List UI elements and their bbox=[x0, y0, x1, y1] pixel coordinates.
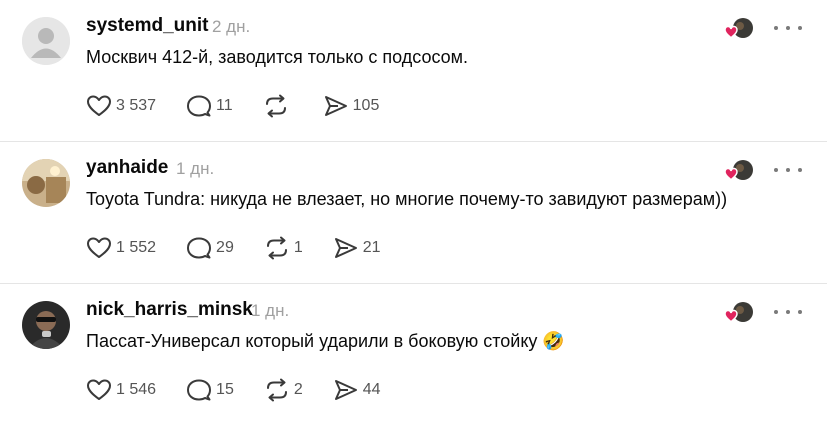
comment-text: Пассат-Универсал который ударили в боков… bbox=[86, 331, 565, 351]
repost-icon bbox=[266, 378, 287, 402]
repost-button[interactable] bbox=[263, 94, 293, 118]
action-bar: 3 537 11 105 bbox=[86, 92, 409, 120]
like-count: 1 552 bbox=[116, 239, 157, 256]
heart-icon bbox=[87, 95, 111, 116]
send-icon bbox=[334, 380, 357, 400]
like-count: 3 537 bbox=[116, 97, 157, 114]
share-count: 44 bbox=[362, 381, 381, 398]
like-button[interactable]: 3 537 bbox=[86, 94, 156, 118]
username[interactable]: nick_harris_minsk bbox=[86, 299, 253, 321]
username[interactable]: yanhaide bbox=[86, 157, 168, 179]
repost-count: 1 bbox=[293, 239, 303, 256]
repost-count: 2 bbox=[293, 381, 303, 398]
comment-text: Toyota Tundra: никуда не влезает, но мно… bbox=[86, 189, 728, 209]
avatar[interactable] bbox=[22, 17, 70, 65]
comment-item: yanhaide 1 дн. Toyota Tundra: никуда не … bbox=[0, 142, 827, 284]
comment-text: Москвич 412-й, заводится только с подсос… bbox=[86, 47, 469, 67]
username[interactable]: systemd_unit bbox=[86, 15, 208, 37]
share-count: 105 bbox=[352, 97, 380, 114]
liked-by-author-icon bbox=[723, 301, 755, 325]
comment-icon bbox=[187, 95, 212, 117]
reply-button[interactable]: 29 bbox=[186, 236, 234, 260]
reply-button[interactable]: 15 bbox=[186, 378, 234, 402]
liked-by-author-icon bbox=[723, 159, 755, 183]
like-button[interactable]: 1 546 bbox=[86, 378, 156, 402]
comment-item: systemd_unit 2 дн. Москвич 412-й, заводи… bbox=[0, 0, 827, 142]
more-options-button[interactable] bbox=[774, 300, 802, 324]
reply-count: 15 bbox=[216, 381, 234, 398]
send-icon bbox=[334, 238, 357, 258]
repost-icon bbox=[266, 236, 287, 260]
reply-button[interactable]: 11 bbox=[186, 94, 233, 118]
action-bar: 1 552 29 1 21 bbox=[86, 234, 411, 262]
reply-count: 11 bbox=[216, 97, 233, 114]
comment-icon bbox=[187, 379, 212, 401]
comment-item: nick_harris_minsk 1 дн. Пассат-Универсал… bbox=[0, 284, 827, 421]
reply-count: 29 bbox=[216, 239, 234, 256]
avatar[interactable] bbox=[22, 159, 70, 207]
timestamp: 1 дн. bbox=[176, 159, 215, 178]
timestamp: 2 дн. bbox=[212, 17, 251, 36]
action-bar: 1 546 15 2 44 bbox=[86, 376, 411, 404]
timestamp: 1 дн. bbox=[251, 301, 290, 320]
share-count: 21 bbox=[362, 239, 381, 256]
comment-feed: systemd_unit 2 дн. Москвич 412-й, заводи… bbox=[0, 0, 827, 421]
like-count: 1 546 bbox=[116, 381, 157, 398]
share-button[interactable]: 105 bbox=[323, 94, 380, 118]
share-button[interactable]: 21 bbox=[333, 236, 381, 260]
heart-icon bbox=[87, 237, 111, 258]
repost-button[interactable]: 2 bbox=[264, 378, 303, 402]
send-icon bbox=[324, 96, 347, 116]
share-button[interactable]: 44 bbox=[333, 378, 381, 402]
like-button[interactable]: 1 552 bbox=[86, 236, 156, 260]
more-options-button[interactable] bbox=[774, 16, 802, 40]
avatar[interactable] bbox=[22, 301, 70, 349]
heart-icon bbox=[87, 379, 111, 400]
comment-icon bbox=[187, 237, 212, 259]
repost-button[interactable]: 1 bbox=[264, 236, 303, 260]
more-options-button[interactable] bbox=[774, 158, 802, 182]
repost-icon bbox=[265, 94, 286, 118]
liked-by-author-icon bbox=[723, 17, 755, 41]
